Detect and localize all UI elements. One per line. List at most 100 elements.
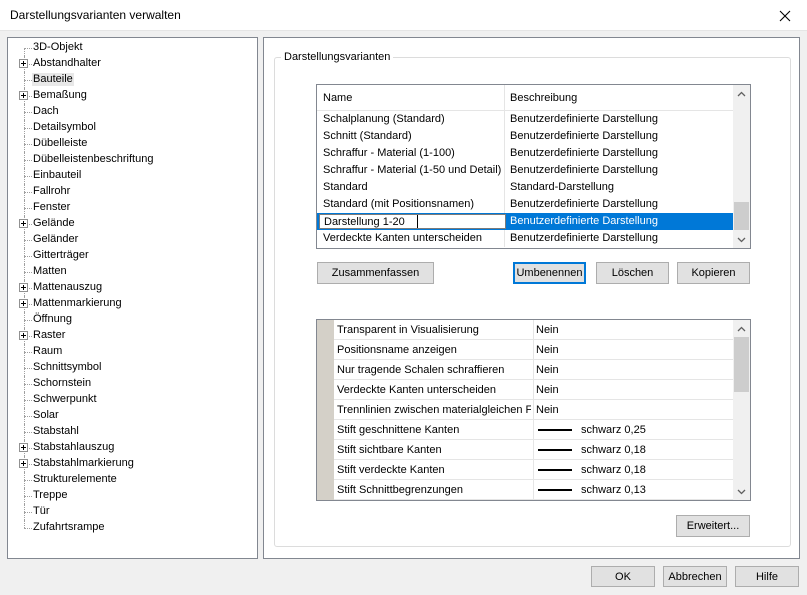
scroll-thumb[interactable] bbox=[734, 337, 749, 392]
property-value[interactable]: Nein bbox=[536, 324, 559, 336]
column-header-description[interactable]: Beschreibung bbox=[510, 92, 577, 104]
rename-input[interactable] bbox=[322, 215, 418, 228]
property-row[interactable]: Nur tragende Schalen schraffieren Nein bbox=[334, 360, 733, 380]
properties-scrollbar[interactable] bbox=[733, 320, 750, 500]
scroll-up-button[interactable] bbox=[733, 320, 750, 337]
tree-item[interactable]: Fallrohr bbox=[8, 184, 257, 200]
ok-button[interactable]: OK bbox=[591, 566, 655, 587]
rename-edit-box[interactable] bbox=[319, 214, 506, 229]
tree-item[interactable]: Stabstahl bbox=[8, 424, 257, 440]
property-row[interactable]: Stift verdeckte Kanten schwarz 0,18 bbox=[334, 460, 733, 480]
help-button[interactable]: Hilfe bbox=[735, 566, 799, 587]
property-row[interactable]: Trennlinien zwischen materialgleichen Fl… bbox=[334, 400, 733, 420]
expand-icon[interactable] bbox=[19, 299, 28, 308]
tree-item[interactable]: Bauteile bbox=[8, 72, 257, 88]
copy-button[interactable]: Kopieren bbox=[677, 262, 750, 284]
column-divider bbox=[533, 480, 534, 500]
tree-item[interactable]: Geländer bbox=[8, 232, 257, 248]
tree-item[interactable]: Schwerpunkt bbox=[8, 392, 257, 408]
tree-item[interactable]: Treppe bbox=[8, 488, 257, 504]
tree-item[interactable]: Raster bbox=[8, 328, 257, 344]
property-value[interactable]: schwarz 0,18 bbox=[581, 444, 646, 456]
tree-item[interactable]: Fenster bbox=[8, 200, 257, 216]
merge-button[interactable]: Zusammenfassen bbox=[317, 262, 434, 284]
tree-item[interactable]: Dübelleistenbeschriftung bbox=[8, 152, 257, 168]
property-row[interactable]: Stift sichtbare Kanten schwarz 0,18 bbox=[334, 440, 733, 460]
tree-item[interactable]: Strukturelemente bbox=[8, 472, 257, 488]
rename-button[interactable]: Umbenennen bbox=[513, 262, 586, 284]
property-name: Positionsname anzeigen bbox=[337, 344, 457, 356]
tree-item[interactable]: Detailsymbol bbox=[8, 120, 257, 136]
expand-icon[interactable] bbox=[19, 459, 28, 468]
tree-connector bbox=[24, 416, 32, 417]
variant-row[interactable]: Verdeckte Kanten unterscheiden Benutzerde… bbox=[317, 230, 733, 247]
property-value[interactable]: schwarz 0,13 bbox=[581, 484, 646, 496]
tree-item[interactable]: Schornstein bbox=[8, 376, 257, 392]
column-header-name[interactable]: Name bbox=[323, 92, 352, 104]
tree-item[interactable]: Raum bbox=[8, 344, 257, 360]
variant-row[interactable]: Schnitt (Standard) Benutzerdefinierte Dar… bbox=[317, 128, 733, 145]
tree-item[interactable]: Dach bbox=[8, 104, 257, 120]
property-value[interactable]: Nein bbox=[536, 384, 559, 396]
tree-item[interactable]: Stabstahlauszug bbox=[8, 440, 257, 456]
tree-item-label: Schwerpunkt bbox=[33, 393, 97, 405]
cancel-button[interactable]: Abbrechen bbox=[663, 566, 727, 587]
tree-item[interactable]: Solar bbox=[8, 408, 257, 424]
tree-item[interactable]: Schnittsymbol bbox=[8, 360, 257, 376]
property-value[interactable]: Nein bbox=[536, 344, 559, 356]
tree-item[interactable]: Matten bbox=[8, 264, 257, 280]
property-value[interactable]: Nein bbox=[536, 404, 559, 416]
expand-icon[interactable] bbox=[19, 59, 28, 68]
delete-button[interactable]: Löschen bbox=[596, 262, 669, 284]
tree-item[interactable]: Tür bbox=[8, 504, 257, 520]
variant-row[interactable]: Benutzerdefinierte Darstellung bbox=[317, 213, 733, 230]
tree-item[interactable]: Gitterträger bbox=[8, 248, 257, 264]
expand-icon[interactable] bbox=[19, 443, 28, 452]
variant-row[interactable]: Schraffur - Material (1-100) Benutzerdefi… bbox=[317, 145, 733, 162]
property-value[interactable]: schwarz 0,25 bbox=[581, 424, 646, 436]
variant-row[interactable]: Schraffur - Material (1-50 und Detail) Be… bbox=[317, 162, 733, 179]
category-tree[interactable]: 3D-Objekt Abstandhalter Bauteile Bemaßung Da… bbox=[7, 37, 258, 559]
property-grid[interactable]: Transparent in Visualisierung Nein Positio… bbox=[316, 319, 751, 501]
property-row[interactable]: Positionsname anzeigen Nein bbox=[334, 340, 733, 360]
expand-icon[interactable] bbox=[19, 219, 28, 228]
tree-item[interactable]: Bemaßung bbox=[8, 88, 257, 104]
tree-item[interactable]: Stabstahlmarkierung bbox=[8, 456, 257, 472]
scroll-down-button[interactable] bbox=[733, 231, 750, 248]
tree-item[interactable]: Mattenauszug bbox=[8, 280, 257, 296]
tree-item-label: Bauteile bbox=[32, 73, 74, 86]
property-row[interactable]: Stift geschnittene Kanten schwarz 0,25 bbox=[334, 420, 733, 440]
tree-connector bbox=[24, 368, 32, 369]
scroll-down-button[interactable] bbox=[733, 483, 750, 500]
variant-row[interactable]: Schalplanung (Standard) Benutzerdefiniert… bbox=[317, 111, 733, 128]
expand-icon[interactable] bbox=[19, 331, 28, 340]
advanced-button[interactable]: Erweitert... bbox=[676, 515, 750, 537]
variants-scrollbar[interactable] bbox=[733, 85, 750, 248]
tree-item[interactable]: Zufahrtsrampe bbox=[8, 520, 257, 536]
header-divider[interactable] bbox=[504, 85, 505, 111]
property-row[interactable]: Transparent in Visualisierung Nein bbox=[334, 320, 733, 340]
expand-icon[interactable] bbox=[19, 283, 28, 292]
scroll-thumb[interactable] bbox=[734, 202, 749, 230]
tree-item[interactable]: Gelände bbox=[8, 216, 257, 232]
tree-item-label: Öffnung bbox=[33, 313, 72, 325]
property-row[interactable]: Verdeckte Kanten unterscheiden Nein bbox=[334, 380, 733, 400]
close-button[interactable] bbox=[762, 0, 807, 31]
tree-connector bbox=[24, 496, 32, 497]
tree-item[interactable]: 3D-Objekt bbox=[8, 40, 257, 56]
tree-item[interactable]: Abstandhalter bbox=[8, 56, 257, 72]
variant-row[interactable]: Standard (mit Positionsnamen) Benutzerdef… bbox=[317, 196, 733, 213]
column-divider bbox=[504, 230, 505, 247]
variant-row[interactable]: Standard Standard-Darstellung bbox=[317, 179, 733, 196]
variants-list[interactable]: Name Beschreibung Schalplanung (Standard… bbox=[316, 84, 751, 249]
scroll-up-button[interactable] bbox=[733, 85, 750, 102]
tree-item[interactable]: Öffnung bbox=[8, 312, 257, 328]
property-value[interactable]: Nein bbox=[536, 364, 559, 376]
property-row[interactable]: Stift Schnittbegrenzungen schwarz 0,13 bbox=[334, 480, 733, 500]
property-value[interactable]: schwarz 0,18 bbox=[581, 464, 646, 476]
tree-item[interactable]: Einbauteil bbox=[8, 168, 257, 184]
variant-description: Benutzerdefinierte Darstellung bbox=[510, 130, 658, 142]
expand-icon[interactable] bbox=[19, 91, 28, 100]
tree-item[interactable]: Mattenmarkierung bbox=[8, 296, 257, 312]
tree-item[interactable]: Dübelleiste bbox=[8, 136, 257, 152]
